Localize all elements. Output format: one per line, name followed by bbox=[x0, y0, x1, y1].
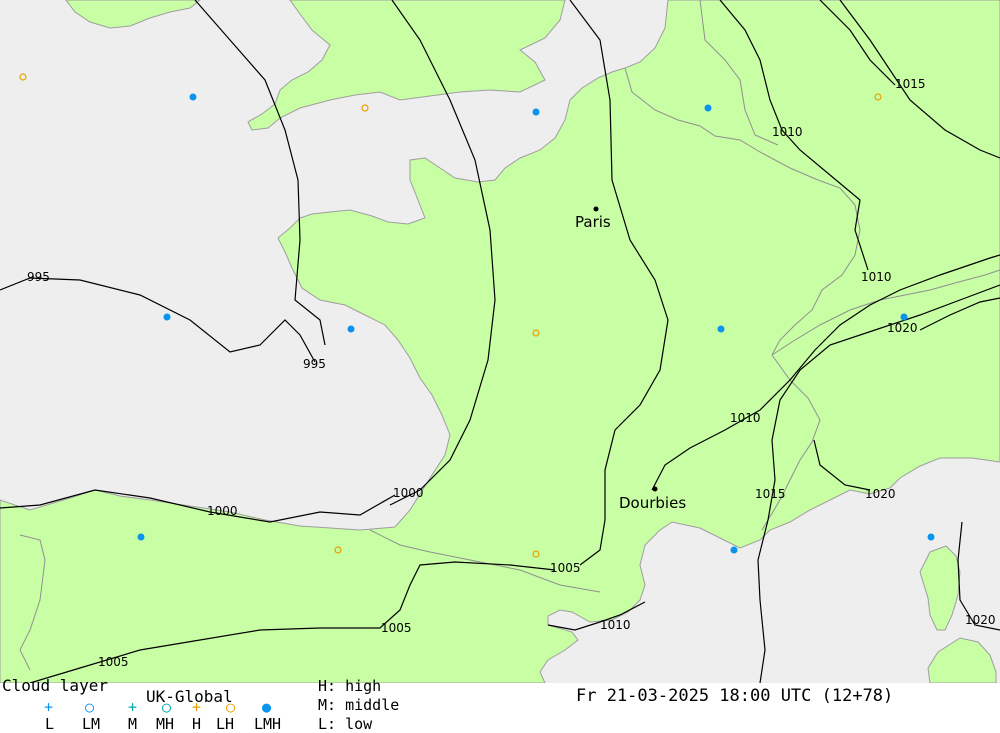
legend-level-middle: M: middle bbox=[318, 696, 400, 714]
isobar-label: 1010 bbox=[861, 270, 892, 284]
isobar-label: 1010 bbox=[600, 618, 631, 632]
lmh-marker bbox=[532, 108, 540, 116]
lmh-marker bbox=[189, 93, 197, 101]
city-dot-dourbies bbox=[652, 486, 658, 492]
legend-model: UK-Global bbox=[146, 687, 233, 706]
isobar-label: 1005 bbox=[98, 655, 129, 669]
isobar-label: 1010 bbox=[730, 411, 761, 425]
legend-symbol-label: H bbox=[192, 715, 202, 733]
isobar-label: 1015 bbox=[895, 77, 926, 91]
cloud-layer-map: 995 995 1000 1000 1005 1005 1005 1010 10… bbox=[0, 0, 1000, 683]
lmh-marker bbox=[137, 533, 145, 541]
isobar-label: 1015 bbox=[755, 487, 786, 501]
isobar-label: 995 bbox=[303, 357, 326, 371]
legend-title: Cloud layer bbox=[2, 676, 108, 695]
circle-icon: ○ bbox=[85, 698, 95, 716]
lmh-marker bbox=[347, 325, 355, 333]
isobar-label: 995 bbox=[27, 270, 50, 284]
cross-icon: + bbox=[192, 698, 202, 716]
legend: Cloud layer UK-Global + ○ + ○ + ○ ● L LM… bbox=[0, 677, 1000, 733]
filled-circle-icon: ● bbox=[262, 698, 272, 716]
isobar-label: 1000 bbox=[393, 486, 424, 500]
lmh-marker bbox=[730, 546, 738, 554]
lmh-marker bbox=[163, 313, 171, 321]
legend-symbol-label: LH bbox=[216, 715, 235, 733]
lmh-marker bbox=[927, 533, 935, 541]
cross-icon: + bbox=[44, 698, 54, 716]
isobar-label: 1000 bbox=[207, 504, 238, 518]
legend-level-low: L: low bbox=[318, 715, 373, 733]
isobar-label: 1005 bbox=[381, 621, 412, 635]
isobar-label: 1010 bbox=[772, 125, 803, 139]
lmh-marker bbox=[900, 313, 908, 321]
legend-symbol-label: MH bbox=[156, 715, 175, 733]
isobar-label: 1020 bbox=[965, 613, 996, 627]
isobar-label: 1005 bbox=[550, 561, 581, 575]
lmh-marker bbox=[717, 325, 725, 333]
cross-icon: + bbox=[128, 698, 138, 716]
city-label-paris: Paris bbox=[575, 213, 611, 231]
city-dot-paris bbox=[593, 206, 599, 212]
isobar-label: 1020 bbox=[887, 321, 918, 335]
legend-symbol-label: LMH bbox=[254, 715, 282, 733]
legend-symbol-label: LM bbox=[82, 715, 101, 733]
forecast-timestamp: Fr 21-03-2025 18:00 UTC (12+78) bbox=[576, 686, 894, 706]
circle-icon: ○ bbox=[226, 698, 236, 716]
isobar-label: 1020 bbox=[865, 487, 896, 501]
legend-symbol-label: L bbox=[45, 715, 55, 733]
lmh-marker bbox=[704, 104, 712, 112]
legend-symbol-label: M bbox=[128, 715, 138, 733]
city-label-dourbies: Dourbies bbox=[619, 494, 686, 512]
circle-icon: ○ bbox=[162, 698, 172, 716]
legend-level-high: H: high bbox=[318, 677, 382, 695]
